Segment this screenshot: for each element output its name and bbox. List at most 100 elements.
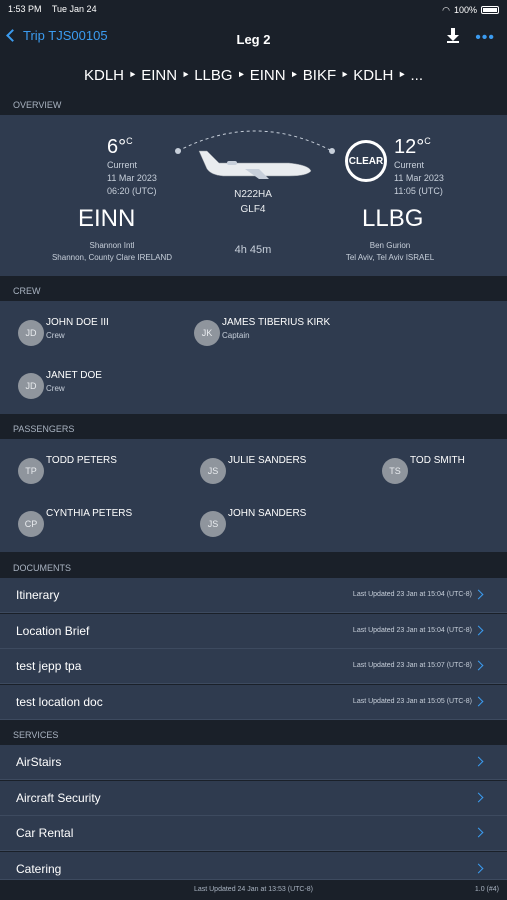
document-updated: Last Updated 23 Jan at 15:07 (UTC-8): [352, 662, 472, 669]
more-icon[interactable]: •••: [475, 29, 495, 47]
wifi-icon: ◠: [442, 4, 450, 15]
chevron-right-icon: [473, 625, 484, 636]
status-left: 1:53 PM Tue Jan 24: [8, 4, 105, 16]
passenger[interactable]: JS JULIE SANDERS: [200, 455, 306, 484]
crew-role: Crew: [46, 331, 65, 340]
weather-status-badge: CLEAR: [345, 140, 387, 182]
overview-panel: 6°C Current 11 Mar 2023 06:20 (UTC) EINN…: [0, 115, 507, 276]
departure-temp-value: 6°: [107, 136, 127, 158]
document-updated: Last Updated 23 Jan at 15:05 (UTC-8): [352, 698, 472, 705]
departure-condition: Current: [107, 160, 138, 170]
passenger-name: CYNTHIA PETERS: [46, 508, 133, 519]
passenger[interactable]: JS JOHN SANDERS: [200, 508, 306, 537]
crew-panel: JD JOHN DOE III Crew JK JAMES TIBERIUS K…: [0, 301, 507, 414]
crew-member-text: JANET DOE Crew: [46, 370, 102, 393]
arrival-temp-value: 12°: [394, 136, 425, 158]
service-row-car-rental[interactable]: Car Rental: [0, 816, 507, 851]
departure-date: 11 Mar 2023: [107, 173, 157, 183]
crew-member[interactable]: JD JANET DOE Crew: [18, 370, 102, 399]
airplane-icon: [198, 150, 312, 179]
avatar: TP: [18, 458, 44, 484]
service-label: AirStairs: [16, 755, 62, 769]
route-summary: KDLH ‣ EINN ‣ LLBG ‣ EINN ‣ BIKF ‣ KDLH …: [84, 67, 423, 84]
arrival-airport: Ben Gurion: [369, 241, 411, 250]
departure-airport-info: Shannon Intl Shannon, County Clare IRELA…: [22, 240, 202, 264]
aircraft-type: GLF4: [240, 204, 266, 215]
chevron-right-icon: [473, 696, 484, 707]
chevron-left-icon: [6, 29, 19, 42]
crew-member[interactable]: JK JAMES TIBERIUS KIRK Captain: [194, 317, 330, 346]
passenger[interactable]: TP TODD PETERS: [18, 455, 117, 484]
footer-last-updated: Last Updated 24 Jan at 13:53 (UTC-8): [193, 886, 314, 893]
nav-actions: •••: [447, 28, 495, 47]
chevron-right-icon: [473, 660, 484, 671]
footer: Last Updated 24 Jan at 13:53 (UTC-8) 1.0…: [0, 879, 507, 900]
service-label: Car Rental: [16, 826, 74, 840]
crew-member-text: JOHN DOE III Crew: [46, 317, 109, 340]
back-button[interactable]: Trip TJS00105: [6, 28, 108, 43]
chevron-right-icon: [473, 756, 484, 767]
departure-location: Shannon, County Clare IRELAND: [51, 253, 173, 262]
crew-name: JAMES TIBERIUS KIRK: [222, 317, 331, 328]
download-icon[interactable]: [447, 28, 460, 47]
arrival-temp-unit: C: [424, 136, 431, 146]
arrival-temp: 12°C: [394, 136, 431, 159]
document-row-test-jepp-tpa[interactable]: test jepp tpa Last Updated 23 Jan at 15:…: [0, 649, 507, 684]
passenger-text: CYNTHIA PETERS: [46, 508, 132, 519]
page-title: Leg 2: [236, 31, 271, 47]
section-header-passengers: PASSENGERS: [0, 417, 507, 439]
passenger[interactable]: CP CYNTHIA PETERS: [18, 508, 132, 537]
document-label: test jepp tpa: [16, 659, 82, 673]
document-row-test-location-doc[interactable]: test location doc Last Updated 23 Jan at…: [0, 685, 507, 720]
footer-version: 1.0 (#4): [474, 886, 499, 893]
arrival-date: 11 Mar 2023: [394, 173, 444, 183]
passenger-name: TOD SMITH: [410, 455, 465, 466]
avatar: CP: [18, 511, 44, 537]
passengers-panel: TP TODD PETERS JS JULIE SANDERS TS TOD S…: [0, 439, 507, 552]
service-row-aircraft-security[interactable]: Aircraft Security: [0, 781, 507, 816]
departure-temp: 6°C: [107, 136, 133, 159]
nav-bar: Trip TJS00105 Leg 2 •••: [0, 22, 507, 56]
departure-code: EINN: [78, 205, 136, 232]
back-label: Trip TJS00105: [23, 28, 108, 43]
chevron-right-icon: [473, 827, 484, 838]
passenger[interactable]: TS TOD SMITH: [382, 455, 465, 484]
section-header-overview: OVERVIEW: [0, 93, 507, 115]
document-row-itinerary[interactable]: Itinerary Last Updated 23 Jan at 15:04 (…: [0, 578, 507, 613]
crew-role: Captain: [222, 331, 250, 340]
passenger-text: TODD PETERS: [46, 455, 117, 466]
document-updated: Last Updated 23 Jan at 15:04 (UTC-8): [352, 591, 472, 598]
crew-name: JANET DOE: [46, 370, 102, 381]
service-row-airstairs[interactable]: AirStairs: [0, 745, 507, 780]
departure-temp-unit: C: [126, 136, 133, 146]
arrival-condition: Current: [394, 160, 425, 170]
document-label: Location Brief: [16, 624, 90, 638]
service-label: Aircraft Security: [16, 791, 101, 805]
section-header-services: SERVICES: [0, 723, 507, 745]
avatar: JD: [18, 373, 44, 399]
document-label: Itinerary: [16, 588, 60, 602]
departure-time: 06:20 (UTC): [107, 186, 157, 196]
passenger-text: TOD SMITH: [410, 455, 465, 466]
passenger-name: JOHN SANDERS: [228, 508, 307, 519]
document-label: test location doc: [16, 695, 103, 709]
avatar: JS: [200, 458, 226, 484]
crew-member[interactable]: JD JOHN DOE III Crew: [18, 317, 109, 346]
arrival-airport-info: Ben Gurion Tel Aviv, Tel Aviv ISRAEL: [300, 240, 480, 264]
aircraft-info: N222HA GLF4: [204, 187, 302, 217]
crew-name: JOHN DOE III: [46, 317, 109, 328]
aircraft-tail: N222HA: [234, 189, 272, 200]
status-bar: 1:53 PM Tue Jan 24 ◠ 100%: [0, 0, 507, 20]
document-row-location-brief[interactable]: Location Brief Last Updated 23 Jan at 15…: [0, 614, 507, 649]
arrival-code: LLBG: [362, 205, 424, 232]
departure-airport: Shannon Intl: [89, 241, 135, 250]
flight-duration: 4h 45m: [234, 244, 272, 256]
chevron-right-icon: [473, 589, 484, 600]
crew-member-text: JAMES TIBERIUS KIRK Captain: [222, 317, 330, 340]
chevron-right-icon: [473, 792, 484, 803]
passenger-text: JOHN SANDERS: [228, 508, 306, 519]
battery-icon: [481, 6, 499, 14]
service-label: Catering: [16, 862, 62, 876]
section-header-crew: CREW: [0, 279, 507, 301]
chevron-right-icon: [473, 863, 484, 874]
